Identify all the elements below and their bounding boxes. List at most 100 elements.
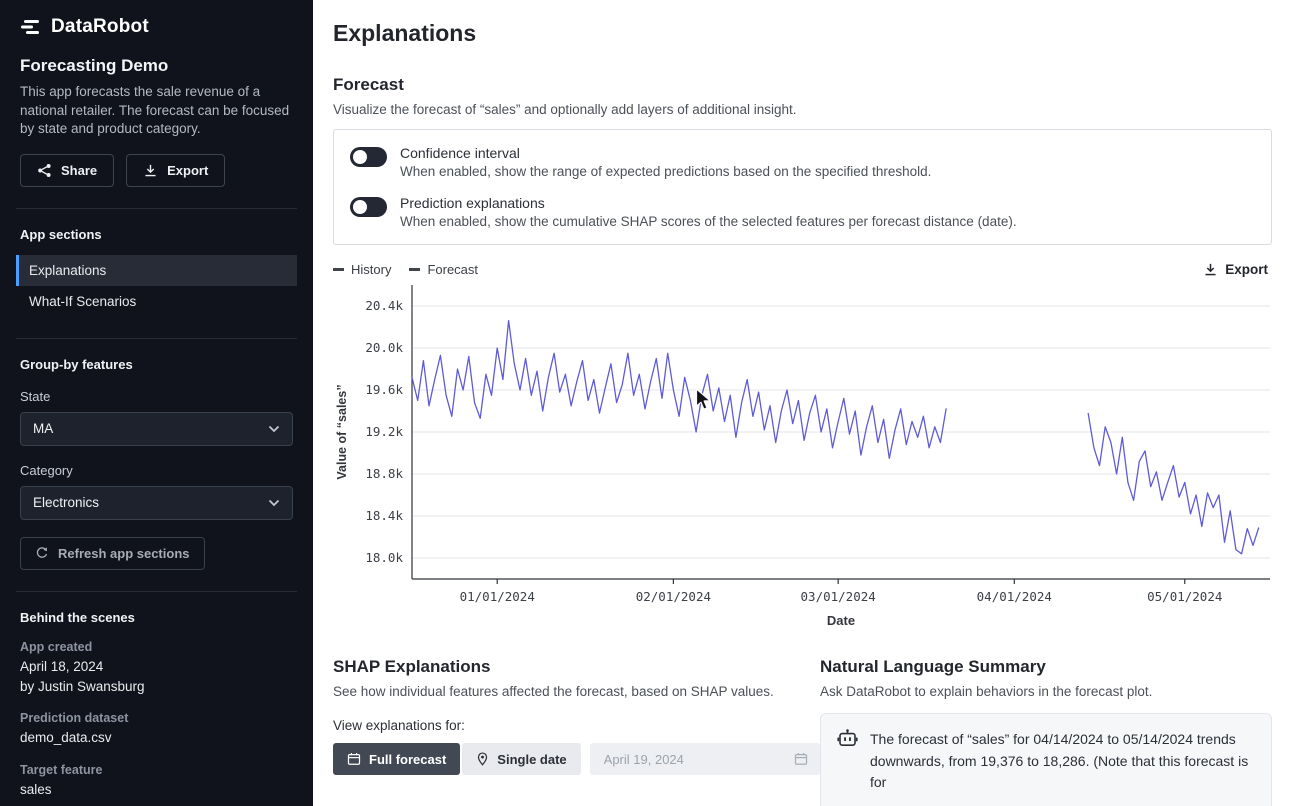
robot-icon xyxy=(837,729,858,748)
full-forecast-button[interactable]: Full forecast xyxy=(333,743,460,775)
refresh-icon xyxy=(35,546,49,560)
forecast-section-title: Forecast xyxy=(333,75,1272,95)
confidence-interval-row: Confidence interval When enabled, show t… xyxy=(350,145,1255,179)
refresh-button-label: Refresh app sections xyxy=(58,546,190,561)
share-button[interactable]: Share xyxy=(20,154,114,187)
app-sections-heading: App sections xyxy=(20,227,293,242)
meta-value: sales xyxy=(20,781,293,799)
svg-text:Value of “sales”: Value of “sales” xyxy=(335,384,349,479)
meta-value: by Justin Swansburg xyxy=(20,678,293,696)
full-forecast-label: Full forecast xyxy=(369,752,446,767)
svg-text:04/01/2024: 04/01/2024 xyxy=(977,589,1052,604)
legend-history[interactable]: History xyxy=(333,262,391,277)
app-title: Forecasting Demo xyxy=(20,56,293,76)
meta-value: April 18, 2024 xyxy=(20,658,293,676)
svg-text:20.0k: 20.0k xyxy=(365,340,403,355)
behind-the-scenes-heading: Behind the scenes xyxy=(20,610,293,625)
nls-section-subtitle: Ask DataRobot to explain behaviors in th… xyxy=(820,684,1272,699)
state-select[interactable]: MA xyxy=(20,412,293,446)
single-date-label: Single date xyxy=(497,752,566,767)
forecast-chart[interactable]: 18.0k 18.4k 18.8k 19.2k 19.6k 20.0k 20.4k 01/01… xyxy=(333,279,1272,635)
chevron-down-icon xyxy=(268,499,280,507)
sidebar-actions: Share Export xyxy=(20,154,293,187)
download-icon xyxy=(143,163,158,178)
chart-export-button[interactable]: Export xyxy=(1199,262,1272,277)
meta-label: Prediction dataset xyxy=(20,711,293,725)
forecast-line-swatch xyxy=(409,268,420,271)
nls-section: Natural Language Summary Ask DataRobot t… xyxy=(820,657,1272,806)
sidebar-item-explanations[interactable]: Explanations xyxy=(16,255,297,286)
meta-app-created: App created April 18, 2024 by Justin Swa… xyxy=(20,640,293,696)
nls-summary-card: The forecast of “sales” for 04/14/2024 t… xyxy=(820,713,1272,806)
shap-section: SHAP Explanations See how individual fea… xyxy=(333,657,820,806)
app-sections-nav: Explanations What-If Scenarios xyxy=(16,255,297,317)
chart-export-label: Export xyxy=(1225,262,1268,277)
datarobot-logo-icon xyxy=(20,16,42,38)
svg-text:18.4k: 18.4k xyxy=(365,508,403,523)
forecast-options-card: Confidence interval When enabled, show t… xyxy=(333,129,1272,245)
bottom-sections: SHAP Explanations See how individual fea… xyxy=(333,657,1272,806)
sidebar: DataRobot Forecasting Demo This app fore… xyxy=(0,0,313,806)
pin-icon xyxy=(476,752,489,766)
history-line-swatch xyxy=(333,268,344,271)
svg-text:19.2k: 19.2k xyxy=(365,424,403,439)
state-select-value: MA xyxy=(33,421,53,436)
legend-forecast[interactable]: Forecast xyxy=(409,262,478,277)
datarobot-logo-text: DataRobot xyxy=(51,16,149,38)
shap-section-title: SHAP Explanations xyxy=(333,657,820,677)
svg-text:03/01/2024: 03/01/2024 xyxy=(801,589,876,604)
export-button-label: Export xyxy=(167,163,208,178)
prediction-explanations-toggle[interactable] xyxy=(350,197,387,217)
groupby-heading: Group-by features xyxy=(20,357,293,372)
meta-label: App created xyxy=(20,640,293,654)
meta-target-feature: Target feature sales xyxy=(20,763,293,799)
datarobot-logo: DataRobot xyxy=(20,16,293,38)
main-content: Explanations Forecast Visualize the fore… xyxy=(313,0,1294,806)
toggle-description: When enabled, show the cumulative SHAP s… xyxy=(400,214,1017,229)
meta-label: Target feature xyxy=(20,763,293,777)
svg-text:18.0k: 18.0k xyxy=(365,550,403,565)
chevron-down-icon xyxy=(268,425,280,433)
share-button-label: Share xyxy=(61,163,97,178)
sidebar-export-button[interactable]: Export xyxy=(126,154,225,187)
chart-legend: History Forecast xyxy=(333,262,478,277)
legend-label: History xyxy=(351,262,391,277)
view-explanations-label: View explanations for: xyxy=(333,718,820,733)
svg-text:01/01/2024: 01/01/2024 xyxy=(460,589,535,604)
toggle-label: Confidence interval xyxy=(400,145,931,161)
sidebar-item-what-if-scenarios[interactable]: What-If Scenarios xyxy=(16,286,297,317)
nls-section-title: Natural Language Summary xyxy=(820,657,1272,677)
prediction-explanations-text: Prediction explanations When enabled, sh… xyxy=(400,195,1017,229)
single-date-button[interactable]: Single date xyxy=(462,743,580,775)
svg-text:19.6k: 19.6k xyxy=(365,382,403,397)
confidence-interval-toggle[interactable] xyxy=(350,147,387,167)
category-select[interactable]: Electronics xyxy=(20,486,293,520)
category-label: Category xyxy=(20,463,293,478)
calendar-icon xyxy=(794,752,808,766)
page-title: Explanations xyxy=(333,20,1272,47)
divider xyxy=(16,208,297,209)
svg-text:02/01/2024: 02/01/2024 xyxy=(636,589,711,604)
nls-summary-text: The forecast of “sales” for 04/14/2024 t… xyxy=(870,729,1255,794)
svg-text:05/01/2024: 05/01/2024 xyxy=(1147,589,1222,604)
toggle-label: Prediction explanations xyxy=(400,195,1017,211)
calendar-icon xyxy=(347,752,361,766)
svg-text:Date: Date xyxy=(827,613,855,628)
explanation-date-input[interactable] xyxy=(602,751,766,768)
state-label: State xyxy=(20,389,293,404)
confidence-interval-text: Confidence interval When enabled, show t… xyxy=(400,145,931,179)
legend-label: Forecast xyxy=(427,262,478,277)
app-description: This app forecasts the sale revenue of a… xyxy=(20,83,293,139)
refresh-app-sections-button[interactable]: Refresh app sections xyxy=(20,537,205,570)
divider xyxy=(16,591,297,592)
category-select-value: Electronics xyxy=(33,495,99,510)
share-icon xyxy=(37,163,52,178)
explanation-date-field[interactable] xyxy=(590,743,820,775)
svg-text:20.4k: 20.4k xyxy=(365,298,403,313)
divider xyxy=(16,338,297,339)
forecast-section-subtitle: Visualize the forecast of “sales” and op… xyxy=(333,102,1272,117)
svg-text:18.8k: 18.8k xyxy=(365,466,403,481)
shap-section-subtitle: See how individual features affected the… xyxy=(333,684,820,699)
chart-toolbar: History Forecast Export xyxy=(333,262,1272,277)
download-icon xyxy=(1203,262,1218,277)
